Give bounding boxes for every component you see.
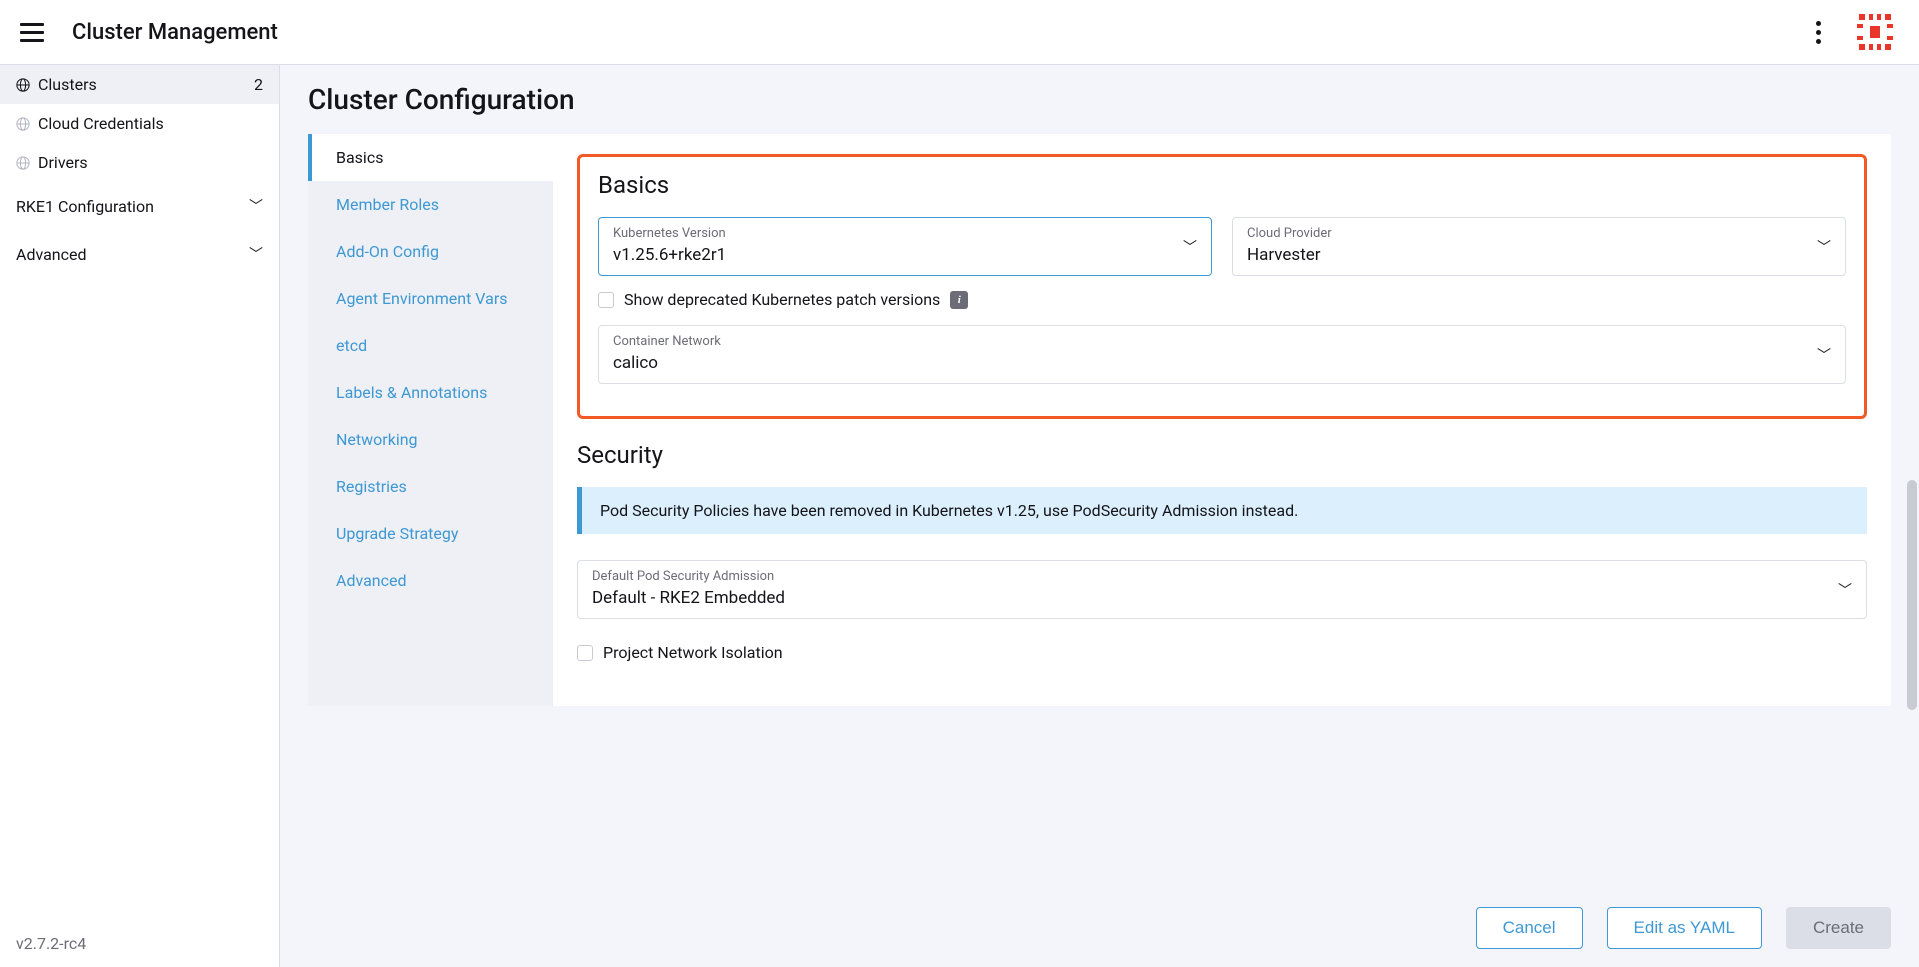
sidebar-group-label: RKE1 Configuration: [16, 197, 154, 216]
sidebar-item-drivers[interactable]: Drivers: [0, 143, 279, 182]
create-button[interactable]: Create: [1786, 907, 1891, 949]
kubernetes-version-select[interactable]: Kubernetes Version v1.25.6+rke2r1 ﹀: [598, 217, 1212, 276]
field-value: calico: [613, 353, 1831, 373]
field-label: Container Network: [613, 334, 1831, 349]
sidebar-label: Drivers: [38, 153, 88, 172]
chevron-down-icon: ﹀: [1817, 345, 1831, 365]
edit-as-yaml-button[interactable]: Edit as YAML: [1607, 907, 1762, 949]
tab-registries[interactable]: Registries: [308, 463, 553, 510]
chevron-down-icon: ﹀: [1838, 580, 1852, 600]
version-label: v2.7.2-rc4: [0, 920, 279, 967]
globe-icon: [16, 156, 30, 170]
tab-addon-config[interactable]: Add-On Config: [308, 228, 553, 275]
clusters-count: 2: [254, 75, 263, 94]
sidebar: Clusters 2 Cloud Credentials Drivers RKE…: [0, 65, 280, 967]
basics-highlight: Basics Kubernetes Version v1.25.6+rke2r1…: [577, 154, 1867, 419]
project-network-isolation-label: Project Network Isolation: [603, 643, 783, 662]
tab-advanced[interactable]: Advanced: [308, 557, 553, 604]
sidebar-item-clusters[interactable]: Clusters 2: [0, 65, 279, 104]
container-network-select[interactable]: Container Network calico ﹀: [598, 325, 1846, 384]
security-info-banner: Pod Security Policies have been removed …: [577, 487, 1867, 534]
chevron-down-icon: ﹀: [1183, 237, 1197, 257]
show-deprecated-label: Show deprecated Kubernetes patch version…: [624, 290, 940, 309]
hamburger-icon[interactable]: [20, 23, 44, 42]
sidebar-label: Clusters: [38, 75, 97, 94]
main: Cluster Configuration Basics Member Role…: [280, 65, 1919, 967]
sidebar-label: Cloud Credentials: [38, 114, 164, 133]
sidebar-group-label: Advanced: [16, 245, 87, 264]
cloud-provider-select[interactable]: Cloud Provider Harvester ﹀: [1232, 217, 1846, 276]
chevron-down-icon: ﹀: [249, 196, 263, 216]
kebab-menu-icon[interactable]: [1810, 15, 1827, 50]
field-label: Kubernetes Version: [613, 226, 1197, 241]
tab-upgrade-strategy[interactable]: Upgrade Strategy: [308, 510, 553, 557]
show-deprecated-row: Show deprecated Kubernetes patch version…: [598, 290, 1846, 309]
field-label: Default Pod Security Admission: [592, 569, 1852, 584]
chevron-down-icon: ﹀: [249, 244, 263, 264]
project-network-isolation-row: Project Network Isolation: [577, 643, 1867, 662]
chevron-down-icon: ﹀: [1817, 237, 1831, 257]
header: Cluster Management: [0, 0, 1919, 65]
tab-content: Basics Kubernetes Version v1.25.6+rke2r1…: [553, 134, 1891, 706]
sidebar-group-advanced[interactable]: Advanced ﹀: [0, 230, 279, 278]
sidebar-group-rke1[interactable]: RKE1 Configuration ﹀: [0, 182, 279, 230]
security-heading: Security: [577, 441, 1867, 469]
tab-labels-annotations[interactable]: Labels & Annotations: [308, 369, 553, 416]
field-value: v1.25.6+rke2r1: [613, 245, 1197, 265]
sidebar-item-cloud-credentials[interactable]: Cloud Credentials: [0, 104, 279, 143]
tab-agent-env-vars[interactable]: Agent Environment Vars: [308, 275, 553, 322]
info-icon[interactable]: i: [950, 291, 968, 309]
page-header-title: Cluster Management: [72, 20, 278, 45]
brand-logo-icon: [1855, 12, 1895, 52]
pod-security-admission-select[interactable]: Default Pod Security Admission Default -…: [577, 560, 1867, 619]
project-network-isolation-checkbox[interactable]: [577, 645, 593, 661]
scrollbar-thumb[interactable]: [1907, 480, 1917, 710]
header-right: [1810, 12, 1895, 52]
show-deprecated-checkbox[interactable]: [598, 292, 614, 308]
config-panel: Basics Member Roles Add-On Config Agent …: [308, 134, 1891, 706]
cancel-button[interactable]: Cancel: [1476, 907, 1583, 949]
tab-etcd[interactable]: etcd: [308, 322, 553, 369]
tab-networking[interactable]: Networking: [308, 416, 553, 463]
field-value: Default - RKE2 Embedded: [592, 588, 1852, 608]
tab-basics[interactable]: Basics: [308, 134, 553, 181]
tab-member-roles[interactable]: Member Roles: [308, 181, 553, 228]
globe-icon: [16, 78, 30, 92]
basics-heading: Basics: [598, 171, 1846, 199]
header-left: Cluster Management: [20, 20, 278, 45]
config-tabs: Basics Member Roles Add-On Config Agent …: [308, 134, 553, 706]
page-title: Cluster Configuration: [308, 83, 1891, 116]
footer-actions: Cancel Edit as YAML Create: [280, 889, 1919, 967]
field-value: Harvester: [1247, 245, 1831, 265]
globe-icon: [16, 117, 30, 131]
field-label: Cloud Provider: [1247, 226, 1831, 241]
